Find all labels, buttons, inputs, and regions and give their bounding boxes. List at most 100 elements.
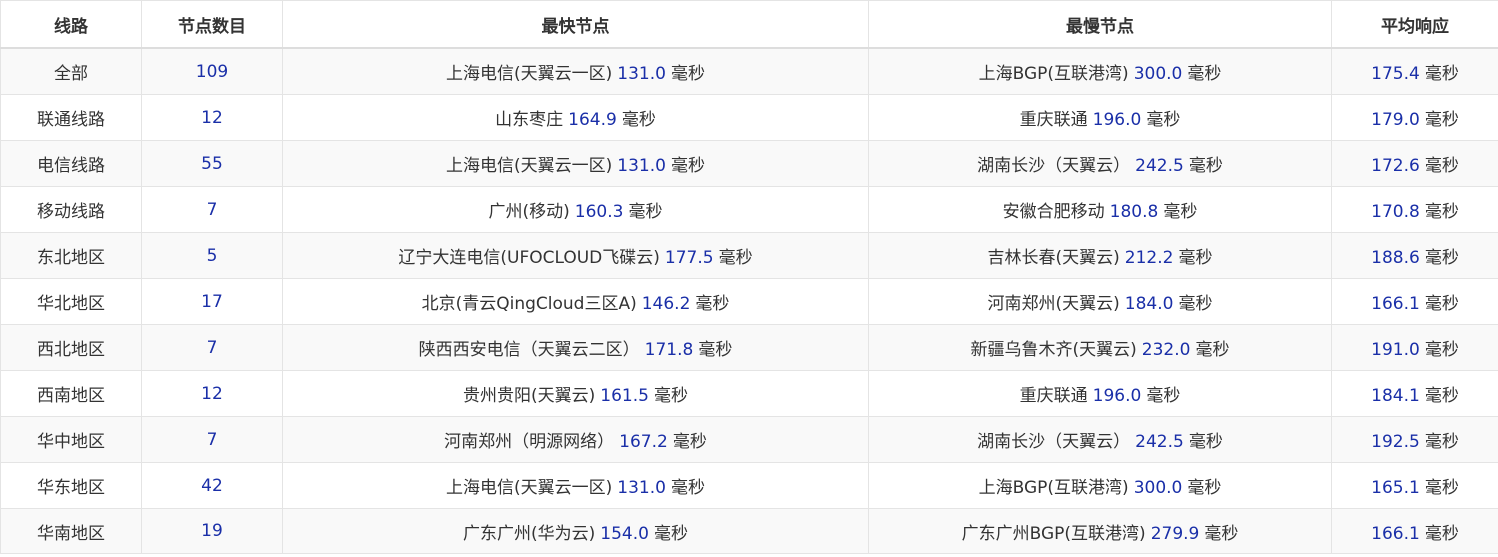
unit-label: 毫秒 — [1424, 432, 1459, 452]
line-cell: 电信线路 — [0, 140, 142, 187]
line-cell: 西南地区 — [0, 370, 142, 417]
slowest-node-name: 广东广州BGP(互联港湾) — [961, 523, 1146, 544]
table-row: 华东地区 42 上海电信(天翼云一区) 131.0 毫秒 上海BGP(互联港湾) 300.0… — [0, 462, 1498, 509]
node-count: 12 — [201, 383, 223, 404]
header-node-count: 节点数目 — [141, 0, 283, 49]
slowest-node-name: 安徽合肥移动 — [1002, 202, 1105, 222]
slowest-cell: 上海BGP(互联港湾) 300.0 毫秒 — [868, 47, 1332, 95]
fastest-node-name: 上海电信(天翼云一区) — [446, 156, 613, 176]
slowest-node-name: 重庆联通 — [1019, 386, 1088, 406]
node-count: 55 — [201, 153, 223, 174]
count-cell: 42 — [141, 462, 283, 509]
speed-table-container: 线路 节点数目 最快节点 最慢节点 平均响应 全部 109 上海电信(天翼云一区) 1… — [0, 0, 1498, 557]
unit-label: 毫秒 — [1424, 478, 1459, 498]
line-cell: 移动线路 — [0, 186, 142, 233]
slowest-node-name: 吉林长春(天翼云) — [987, 248, 1120, 268]
slowest-node-value: 279.9 — [1150, 523, 1200, 544]
line-name: 华南地区 — [37, 523, 105, 544]
slowest-cell: 重庆联通 196.0 毫秒 — [868, 370, 1332, 417]
fastest-node-value: 167.2 — [619, 432, 668, 452]
fastest-node-value: 146.2 — [641, 294, 691, 314]
slowest-node-name: 重庆联通 — [1019, 110, 1088, 130]
unit-label: 毫秒 — [698, 340, 733, 360]
node-count: 7 — [206, 337, 218, 358]
average-value: 170.8 — [1371, 202, 1420, 222]
slowest-node-value: 232.0 — [1141, 340, 1191, 360]
unit-label: 毫秒 — [1424, 64, 1459, 84]
unit-label: 毫秒 — [670, 478, 705, 498]
unit-label: 毫秒 — [1424, 202, 1459, 222]
node-count: 17 — [201, 291, 223, 312]
fastest-node-name: 广州(移动) — [488, 202, 570, 222]
node-count: 7 — [206, 199, 218, 220]
line-cell: 联通线路 — [0, 94, 142, 141]
count-cell: 7 — [141, 186, 283, 233]
table-row: 东北地区 5 辽宁大连电信(UFOCLOUD飞碟云) 177.5 毫秒 吉林长春(天翼云)… — [0, 232, 1498, 279]
slowest-node-value: 196.0 — [1092, 110, 1142, 130]
fastest-node-value: 131.0 — [617, 156, 666, 176]
average-cell: 192.5 毫秒 — [1331, 416, 1498, 463]
average-value: 165.1 — [1371, 478, 1420, 498]
unit-label: 毫秒 — [1178, 294, 1213, 314]
slowest-cell: 吉林长春(天翼云) 212.2 毫秒 — [868, 232, 1332, 279]
fastest-cell: 广东广州(华为云) 154.0 毫秒 — [282, 508, 869, 554]
line-name: 联通线路 — [37, 110, 105, 130]
slowest-node-value: 300.0 — [1133, 478, 1183, 498]
table-row: 西北地区 7 陕西西安电信（天翼云二区） 171.8 毫秒 新疆乌鲁木齐(天翼云) 232.… — [0, 324, 1498, 371]
slowest-node-name: 河南郑州(天翼云) — [987, 294, 1120, 314]
slowest-node-name: 上海BGP(互联港湾) — [978, 478, 1129, 498]
slowest-cell: 河南郑州(天翼云) 184.0 毫秒 — [868, 278, 1332, 325]
line-cell: 东北地区 — [0, 232, 142, 279]
unit-label: 毫秒 — [695, 294, 730, 314]
count-cell: 19 — [141, 508, 283, 554]
fastest-node-value: 171.8 — [644, 340, 694, 360]
unit-label: 毫秒 — [670, 64, 705, 84]
fastest-node-name: 河南郑州（明源网络） — [444, 432, 615, 452]
average-cell: 166.1 毫秒 — [1331, 508, 1498, 554]
fastest-node-name: 北京(青云QingCloud三区A) — [421, 294, 637, 314]
header-average-response: 平均响应 — [1331, 0, 1498, 49]
unit-label: 毫秒 — [1424, 294, 1459, 314]
unit-label: 毫秒 — [1187, 478, 1222, 498]
fastest-node-value: 161.5 — [600, 386, 649, 406]
count-cell: 12 — [141, 370, 283, 417]
header-line: 线路 — [0, 0, 142, 49]
average-value: 166.1 — [1371, 294, 1420, 314]
average-value: 188.6 — [1371, 248, 1420, 268]
slowest-node-name: 湖南长沙（天翼云） — [977, 156, 1131, 176]
unit-label: 毫秒 — [1187, 64, 1222, 84]
line-name: 华东地区 — [37, 478, 105, 498]
average-value: 184.1 — [1371, 386, 1420, 406]
fastest-node-value: 160.3 — [574, 202, 624, 222]
line-cell: 全部 — [0, 47, 142, 95]
line-cell: 华北地区 — [0, 278, 142, 325]
average-cell: 188.6 毫秒 — [1331, 232, 1498, 279]
table-body: 全部 109 上海电信(天翼云一区) 131.0 毫秒 上海BGP(互联港湾) 300.0 毫… — [0, 47, 1498, 554]
node-count: 12 — [201, 107, 223, 128]
line-name: 华北地区 — [37, 294, 105, 314]
count-cell: 12 — [141, 94, 283, 141]
slowest-cell: 广东广州BGP(互联港湾) 279.9 毫秒 — [868, 508, 1332, 554]
node-count: 42 — [201, 475, 223, 496]
fastest-node-name: 广东广州(华为云) — [463, 523, 596, 544]
unit-label: 毫秒 — [1195, 340, 1230, 360]
fastest-cell: 陕西西安电信（天翼云二区） 171.8 毫秒 — [282, 324, 869, 371]
count-cell: 55 — [141, 140, 283, 187]
line-name: 西北地区 — [37, 340, 105, 360]
fastest-node-name: 贵州贵阳(天翼云) — [463, 386, 596, 406]
fastest-node-name: 上海电信(天翼云一区) — [446, 478, 613, 498]
count-cell: 7 — [141, 416, 283, 463]
line-cell: 华中地区 — [0, 416, 142, 463]
fastest-node-name: 山东枣庄 — [495, 110, 564, 130]
line-name: 华中地区 — [37, 432, 105, 452]
slowest-node-name: 上海BGP(互联港湾) — [978, 64, 1129, 84]
fastest-node-name: 上海电信(天翼云一区) — [446, 64, 613, 84]
table-row: 移动线路 7 广州(移动) 160.3 毫秒 安徽合肥移动 180.8 毫秒 170.8 毫秒 — [0, 186, 1498, 233]
average-cell: 166.1 毫秒 — [1331, 278, 1498, 325]
slowest-node-value: 300.0 — [1133, 64, 1183, 84]
unit-label: 毫秒 — [1146, 110, 1181, 130]
fastest-cell: 上海电信(天翼云一区) 131.0 毫秒 — [282, 47, 869, 95]
unit-label: 毫秒 — [653, 386, 688, 406]
line-name: 电信线路 — [37, 156, 105, 176]
line-name: 东北地区 — [37, 248, 105, 268]
